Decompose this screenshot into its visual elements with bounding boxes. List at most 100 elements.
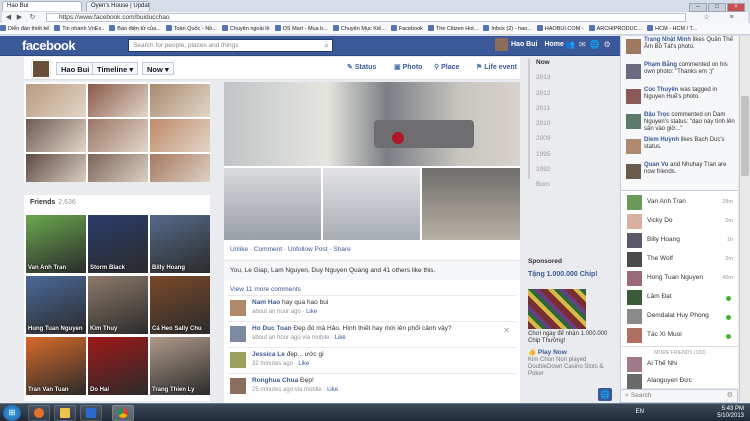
status-button[interactable]: ✎ Status [347,63,376,71]
year-item[interactable]: 2009 [536,135,558,142]
sponsored-label[interactable]: Sponsored [528,258,562,265]
like-link[interactable]: Like [335,335,346,341]
scrollbar[interactable] [739,36,750,403]
likes-summary[interactable]: You, Le Giap, Lam Nguyen, Duy Nguyen Qua… [224,260,520,280]
bookmark-item[interactable]: Báo điện tử của... [109,23,160,34]
friend-tile[interactable]: Storm Black [88,215,148,273]
bookmark-item[interactable]: HCM - HCM / T... [647,23,697,34]
comment-author[interactable]: Jessica Le [252,351,285,358]
photo-thumbnail[interactable] [26,84,86,117]
chat-contact[interactable]: The Wolf 2m [625,250,737,270]
photo-thumbnail[interactable] [26,119,86,152]
photoshop-icon[interactable] [80,405,102,421]
firefox-icon[interactable] [28,405,50,421]
post-photo-main[interactable] [224,82,520,166]
now-dropdown[interactable]: Now ▾ [142,62,174,75]
friend-tile[interactable]: Cá Heo Sally Chu [150,276,210,334]
maximize-button[interactable]: □ [708,3,726,12]
avatar[interactable] [230,352,246,368]
language-indicator[interactable]: EN [636,409,644,415]
friend-tile[interactable]: Van Anh Tran [26,215,86,273]
globe-icon[interactable]: 🌐 [598,388,612,401]
comment-link[interactable]: Comment [254,246,282,253]
play-now-link[interactable]: 👍 Play Now [528,348,567,356]
messages-icon[interactable]: ✉ [579,40,586,49]
notifications-icon[interactable]: 🌐 [590,40,600,49]
search-input[interactable]: Search for people, places and things ⌕ [128,39,333,52]
bookmark-item[interactable]: Toàn Quốc - Nồ... [166,23,217,34]
search-icon[interactable]: ⌕ [325,41,329,51]
friend-tile[interactable]: Hung Tuan Nguyen [26,276,86,334]
friend-requests-icon[interactable]: 👥 [565,40,575,49]
comment-author[interactable]: Ho Duc Toan [252,325,292,332]
year-item[interactable]: 2013 [536,74,558,81]
friends-title[interactable]: Friends 2,636 [30,199,76,206]
bookmark-item[interactable]: HAOBUI.COM - [537,23,584,34]
photo-thumbnail[interactable] [88,154,148,182]
chat-contact[interactable]: Vicky Do 5m [625,212,737,232]
year-item[interactable]: 2011 [536,105,558,112]
start-button[interactable]: ⊞ [3,405,21,421]
year-item[interactable]: 1992 [536,166,558,173]
avatar[interactable] [32,60,50,78]
year-item[interactable]: Now [536,59,558,66]
chat-contact[interactable]: Van Anh Tran 28m [625,193,737,213]
ticker-item[interactable]: Cúc Thuyên was tagged in Nguyen Huế's ph… [624,86,736,110]
name-button[interactable]: Hao Bui [56,62,95,75]
comment-author[interactable]: Nam Hao [252,299,280,306]
minimize-button[interactable]: – [689,3,707,12]
timeline-dropdown[interactable]: Timeline ▾ [92,62,139,75]
photo-thumbnail[interactable] [88,119,148,152]
photo-thumbnail[interactable] [150,119,210,152]
system-clock[interactable]: 5:43 PM 5/10/2013 [717,406,744,420]
chat-options-icon[interactable]: ⚙ [727,391,733,399]
explorer-icon[interactable] [54,405,76,421]
chat-contact[interactable]: Tác Xì Muoi [625,326,737,346]
life-event-button[interactable]: ⚑ Life event [476,63,517,71]
home-link[interactable]: Home [544,41,563,48]
ticker-item[interactable]: Phạm Bằng commented on his own photo: "T… [624,61,736,85]
ticker-item[interactable]: Trang Nhật Minh likes Quân Thế Âm Bồ Tát… [624,36,736,60]
photo-thumbnail[interactable] [150,84,210,117]
browser-tab[interactable]: Oyen's House | Updat [86,1,150,11]
avatar[interactable] [230,300,246,316]
star-icon[interactable]: ☆ [702,13,711,22]
comment-author[interactable]: Ronghua Chua [252,377,298,384]
share-link[interactable]: Share [333,246,350,253]
bookmark-item[interactable]: Inbox (2) - hao... [483,23,531,34]
menu-icon[interactable]: ≡ [727,13,736,22]
like-link[interactable]: Like [327,387,338,393]
unlike-link[interactable]: Unlike [230,246,248,253]
close-window-button[interactable]: × [727,3,745,12]
post-photo-3[interactable] [323,168,420,240]
ticker-item[interactable]: Đậu Trọc commented on Dam Nguyen's statu… [624,111,736,135]
forward-icon[interactable]: ▶ [15,13,24,22]
place-button[interactable]: ⚲ Place [434,63,459,71]
gear-icon[interactable]: ⚙ [604,40,611,49]
bookmark-item[interactable]: ARCHIPRODUC... [589,23,643,34]
like-link[interactable]: Like [306,309,317,315]
year-item[interactable]: Born [536,181,558,188]
facebook-logo[interactable]: facebook [22,38,76,53]
bookmark-item[interactable]: Tin nhanh VnEx.. [54,23,104,34]
header-username[interactable]: Hao Bui [511,41,537,48]
scrollbar-thumb[interactable] [741,96,749,176]
friend-tile[interactable]: Kim Thuy [88,276,148,334]
photo-thumbnail[interactable] [88,84,148,117]
header-user[interactable]: Hao Bui Home [495,38,571,54]
close-icon[interactable]: ✕ [503,326,510,335]
browser-tab-active[interactable]: Hao Bui [2,1,82,11]
chrome-icon[interactable] [112,405,134,421]
chat-search-input[interactable]: ⌕ Search ⚙ [620,389,738,403]
avatar[interactable] [230,326,246,342]
bookmark-item[interactable]: OS Mart - Mua b... [275,23,328,34]
bookmark-item[interactable]: Facebook [391,23,423,34]
post-photo-4[interactable] [422,168,520,240]
post-photo-2[interactable] [224,168,321,240]
photo-button[interactable]: ▣ Photo [394,63,422,71]
chat-contact[interactable]: Demdalat Huy Phong [625,307,737,327]
ad-image[interactable] [528,289,586,329]
photo-thumbnail[interactable] [150,154,210,182]
bookmark-item[interactable]: Chuyện ngoài lề [222,23,270,34]
chat-contact[interactable]: Hong Tuan Nguyen 40m [625,269,737,289]
